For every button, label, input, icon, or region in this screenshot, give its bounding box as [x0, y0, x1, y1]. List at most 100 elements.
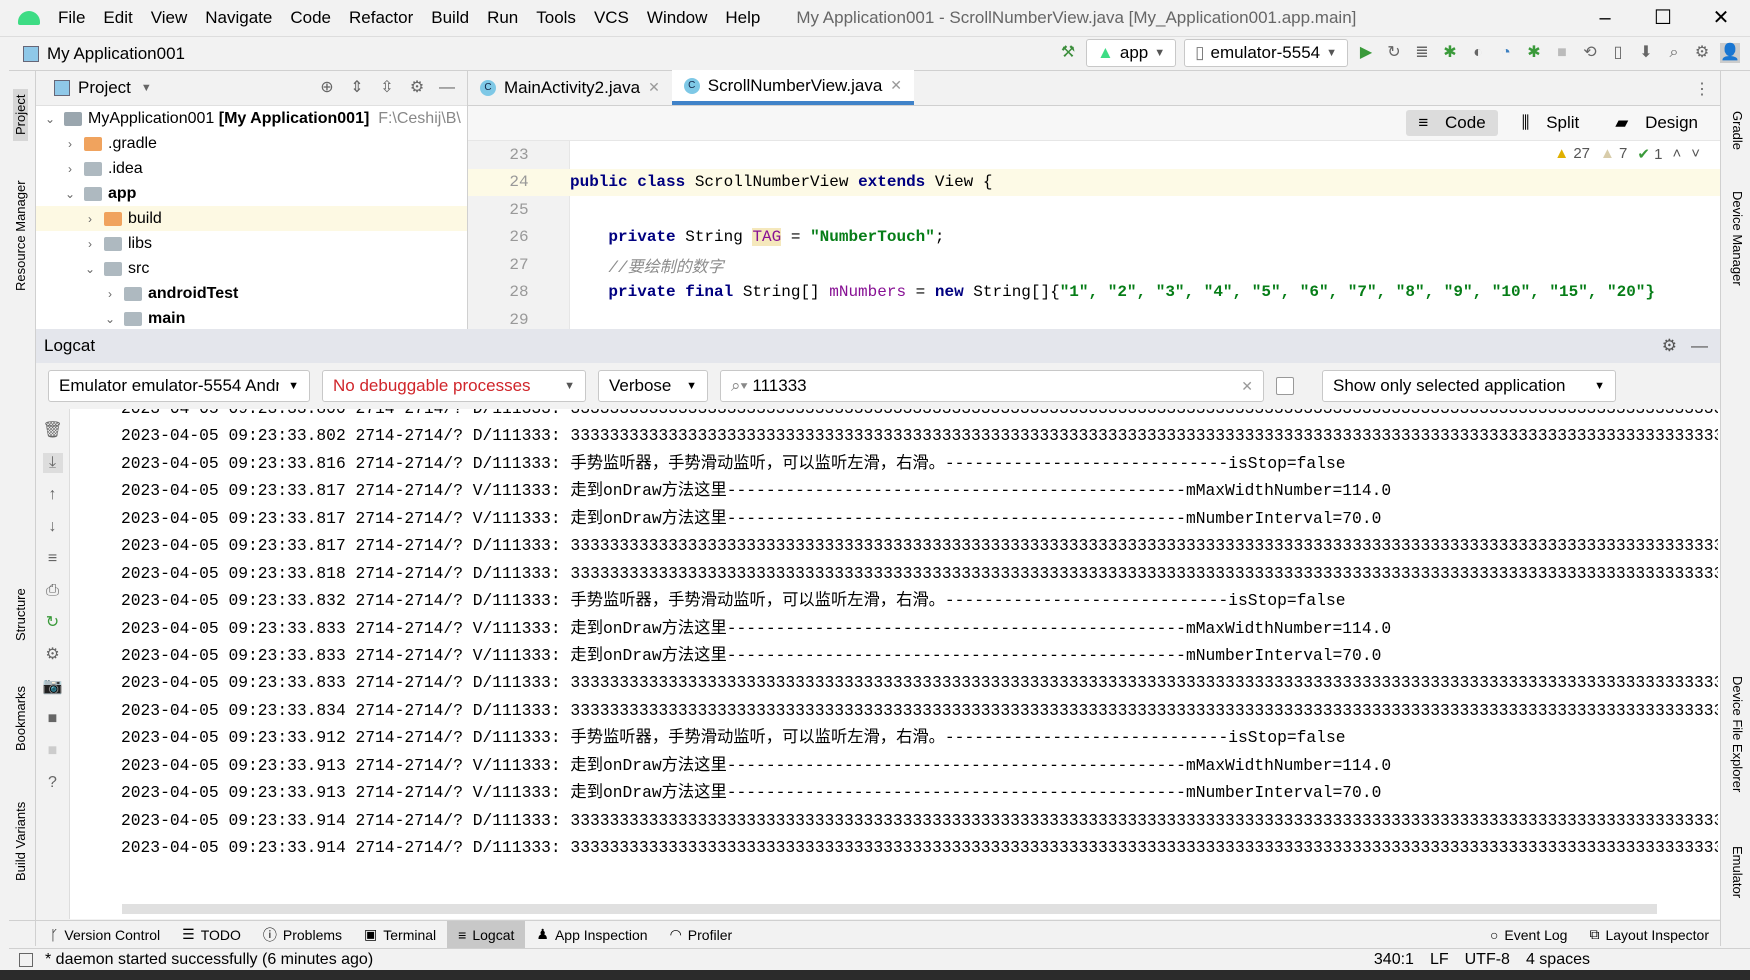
- chevron-icon[interactable]: ⌄: [102, 312, 118, 326]
- search-icon[interactable]: ⌕: [1664, 43, 1684, 63]
- hide-logcat-icon[interactable]: —: [1691, 336, 1708, 356]
- minimize-button[interactable]: –: [1576, 0, 1634, 37]
- chevron-icon[interactable]: ›: [102, 287, 118, 301]
- debug-icon[interactable]: ✱: [1440, 43, 1460, 63]
- tool-project[interactable]: Project: [13, 88, 28, 141]
- screenshot-icon[interactable]: 📷: [43, 677, 63, 697]
- close-button[interactable]: ✕: [1692, 0, 1750, 37]
- tab-scrollnumberview[interactable]: C ScrollNumberView.java ✕: [671, 70, 915, 105]
- next-highlight-icon[interactable]: ˅: [1691, 145, 1700, 163]
- regex-checkbox[interactable]: [1276, 377, 1294, 395]
- down-arrow-icon[interactable]: ↓: [43, 517, 63, 537]
- chevron-icon[interactable]: ›: [62, 162, 78, 176]
- print-icon[interactable]: ⎙: [43, 581, 63, 601]
- bottom-tab-terminal[interactable]: ▣ Terminal: [353, 921, 447, 949]
- chevron-icon[interactable]: ›: [62, 137, 78, 151]
- file-encoding[interactable]: UTF-8: [1465, 951, 1510, 969]
- tree-root[interactable]: ⌄ MyApplication001 [My Application001] F:…: [36, 106, 467, 131]
- tree-item[interactable]: › .gradle: [36, 131, 467, 156]
- tree-item[interactable]: › androidTest: [36, 281, 467, 306]
- bottom-tab-app-inspection[interactable]: ♟ App Inspection: [525, 921, 658, 949]
- tool-gradle[interactable]: Gradle: [1730, 111, 1745, 150]
- tool-resource-manager[interactable]: Resource Manager: [13, 180, 28, 291]
- gear-icon[interactable]: ⚙: [407, 78, 427, 98]
- tool-device-file-explorer[interactable]: Device File Explorer: [1730, 676, 1745, 792]
- sdk-manager-icon[interactable]: ⬇: [1636, 43, 1656, 63]
- help-icon[interactable]: ?: [43, 773, 63, 793]
- tab-mainactivity2[interactable]: C MainActivity2.java ✕: [468, 70, 672, 105]
- tool-bookmarks[interactable]: Bookmarks: [13, 686, 28, 751]
- bottom-tab-event-log[interactable]: ○ Event Log: [1479, 921, 1579, 949]
- device-select[interactable]: ▯ emulator-5554 ▼: [1184, 39, 1348, 67]
- attach-debugger-icon[interactable]: ✱: [1524, 43, 1544, 63]
- menu-tools[interactable]: Tools: [536, 8, 576, 28]
- indent-setting[interactable]: 4 spaces: [1526, 951, 1590, 969]
- chevron-icon[interactable]: ›: [82, 212, 98, 226]
- log-level-select[interactable]: Verbose ▼: [598, 370, 708, 402]
- settings-icon[interactable]: ⚙: [1692, 43, 1712, 63]
- caret-position[interactable]: 340:1: [1374, 951, 1414, 969]
- bottom-tab-problems[interactable]: ⓘ Problems: [252, 921, 353, 949]
- menu-navigate[interactable]: Navigate: [205, 8, 272, 28]
- view-mode-design[interactable]: ▰ Design: [1603, 110, 1710, 136]
- app-filter-select[interactable]: Show only selected application ▼: [1322, 370, 1616, 402]
- prev-highlight-icon[interactable]: ˄: [1672, 145, 1681, 163]
- hide-icon[interactable]: —: [437, 78, 457, 98]
- close-tab-icon[interactable]: ✕: [648, 79, 660, 96]
- account-icon[interactable]: 👤: [1720, 43, 1740, 63]
- collapse-all-icon[interactable]: ⇳: [377, 78, 397, 98]
- menu-help[interactable]: Help: [725, 8, 760, 28]
- line-separator[interactable]: LF: [1430, 951, 1449, 969]
- restart-icon[interactable]: ↻: [43, 613, 63, 633]
- run-icon[interactable]: ▶: [1356, 43, 1376, 63]
- maximize-button[interactable]: ☐: [1634, 0, 1692, 37]
- logcat-settings-icon[interactable]: ⚙: [1662, 336, 1677, 356]
- gear-icon[interactable]: ⚙: [43, 645, 63, 665]
- tree-item[interactable]: ⌄ src: [36, 256, 467, 281]
- tree-item[interactable]: ⌄ main: [36, 306, 467, 329]
- menu-code[interactable]: Code: [290, 8, 331, 28]
- stop-icon[interactable]: ■: [43, 741, 63, 761]
- tool-build-variants[interactable]: Build Variants: [13, 802, 28, 881]
- menu-window[interactable]: Window: [647, 8, 707, 28]
- menu-build[interactable]: Build: [431, 8, 469, 28]
- bottom-tab-version-control[interactable]: ᚴ Version Control: [39, 921, 171, 949]
- expand-all-icon[interactable]: ⇕: [347, 78, 367, 98]
- clear-logcat-icon[interactable]: 🗑: [43, 421, 63, 441]
- gradle-sync-icon[interactable]: ⟲: [1580, 43, 1600, 63]
- status-message[interactable]: * daemon started successfully (6 minutes…: [45, 951, 373, 969]
- tree-item[interactable]: › libs: [36, 231, 467, 256]
- chevron-icon[interactable]: ⌄: [82, 262, 98, 276]
- view-mode-split[interactable]: ⫼ Split: [1510, 110, 1592, 136]
- apply-changes-icon[interactable]: ↻: [1384, 43, 1404, 63]
- chevron-icon[interactable]: ⌄: [62, 187, 78, 201]
- tool-device-manager[interactable]: Device Manager: [1730, 191, 1745, 286]
- device-filter-select[interactable]: Emulator emulator-5554 Android▼: [48, 370, 310, 402]
- scroll-to-end-icon[interactable]: ⤓: [42, 453, 63, 473]
- build-hammer-icon[interactable]: ⚒: [1058, 43, 1078, 63]
- stop-icon[interactable]: ■: [1552, 43, 1572, 63]
- coverage-icon[interactable]: ◐: [1468, 43, 1488, 63]
- soft-wrap-icon[interactable]: ≡: [43, 549, 63, 569]
- bottom-tab-todo[interactable]: ☰ TODO: [171, 921, 252, 949]
- breadcrumb-project[interactable]: My Application001: [47, 44, 185, 64]
- menu-refactor[interactable]: Refactor: [349, 8, 413, 28]
- tool-structure[interactable]: Structure: [13, 588, 28, 641]
- profile-icon[interactable]: ◔: [1496, 43, 1516, 63]
- menu-view[interactable]: View: [151, 8, 188, 28]
- inspection-widget[interactable]: ▲ 27 ▲ 7 ✔ 1 ˄ ˅: [1554, 145, 1700, 163]
- tree-item[interactable]: › .idea: [36, 156, 467, 181]
- code-area[interactable]: 23 24 public class ScrollNumberView exten…: [468, 141, 1720, 334]
- log-output[interactable]: 2023-04-05 09:23:33.800 2714-2714/? D/11…: [70, 409, 1718, 909]
- menu-edit[interactable]: Edit: [103, 8, 132, 28]
- tool-emulator[interactable]: Emulator: [1730, 846, 1745, 898]
- bottom-tab-layout-inspector[interactable]: ⧉ Layout Inspector: [1578, 921, 1720, 949]
- close-tab-icon[interactable]: ✕: [890, 77, 902, 94]
- clear-search-icon[interactable]: ✕: [1241, 378, 1253, 395]
- locate-icon[interactable]: ⊕: [317, 78, 337, 98]
- apply-code-changes-icon[interactable]: ≣: [1412, 43, 1432, 63]
- tree-item[interactable]: ⌄ app: [36, 181, 467, 206]
- logcat-search-input[interactable]: ⌕▾ 111333 ✕: [720, 370, 1264, 402]
- up-arrow-icon[interactable]: ↑: [43, 485, 63, 505]
- horizontal-scrollbar[interactable]: [122, 904, 1657, 914]
